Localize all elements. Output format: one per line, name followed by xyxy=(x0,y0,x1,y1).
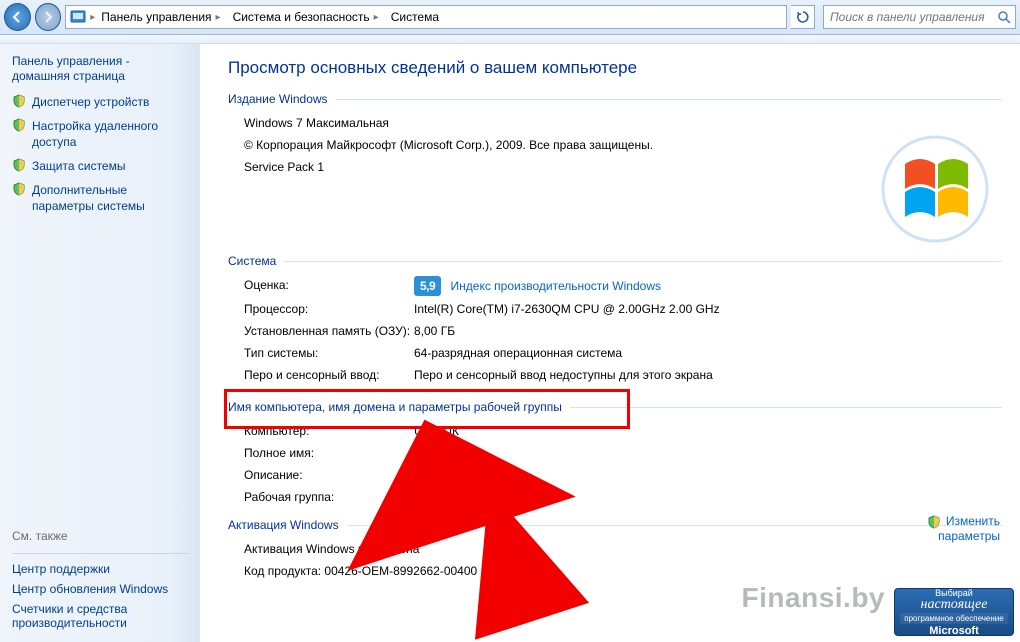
genuine-microsoft-badge[interactable]: Выбирай настоящее программное обеспечени… xyxy=(894,588,1014,636)
rating-label: Оценка: xyxy=(244,276,414,296)
sidebar-link-label: Диспетчер устройств xyxy=(32,94,149,110)
pen-touch-label: Перо и сенсорный ввод: xyxy=(244,366,414,384)
search-icon[interactable] xyxy=(993,10,1015,24)
breadcrumb: ▸ Панель управления ▸ Система и безопасн… xyxy=(65,5,787,29)
product-id: Код продукта: 00426-OEM-8992662-00400 xyxy=(244,562,1002,580)
fullname-value: User-ПК xyxy=(414,444,1002,462)
computer-value: User-ПК xyxy=(414,422,1002,440)
description-label: Описание: xyxy=(244,466,414,484)
shield-icon xyxy=(12,158,26,172)
breadcrumb-item-control-panel[interactable]: Панель управления ▸ xyxy=(95,6,226,28)
sidebar-link-advanced-settings[interactable]: Дополнительные параметры системы xyxy=(12,182,190,214)
section-windows-edition: Издание Windows xyxy=(228,92,1002,106)
activation-status: Активация Windows выполнена xyxy=(244,540,1002,558)
edition-line: Windows 7 Максимальная xyxy=(244,114,1002,132)
section-activation: Активация Windows xyxy=(228,518,1002,532)
cpu-label: Процессор: xyxy=(244,300,414,318)
sidebar: Панель управления - домашняя страница Ди… xyxy=(0,44,200,642)
workgroup-label: Рабочая группа: xyxy=(244,488,414,506)
sidebar-link-system-protection[interactable]: Защита системы xyxy=(12,158,190,174)
shield-icon xyxy=(12,94,26,108)
watermark: Finansi.by xyxy=(742,582,885,614)
section-computer-name: Имя компьютера, имя домена и параметры р… xyxy=(228,400,1002,414)
fullname-label: Полное имя: xyxy=(244,444,414,462)
ram-label: Установленная память (ОЗУ): xyxy=(244,322,414,340)
description-value xyxy=(414,466,1002,484)
sidebar-home-link[interactable]: Панель управления - домашняя страница xyxy=(12,54,190,84)
see-also-action-center[interactable]: Центр поддержки xyxy=(12,562,190,576)
see-also-windows-update[interactable]: Центр обновления Windows xyxy=(12,582,190,596)
sidebar-link-label: Настройка удаленного доступа xyxy=(32,118,190,150)
see-also-label: См. также xyxy=(12,529,190,543)
divider xyxy=(12,553,190,554)
see-also-performance-tools[interactable]: Счетчики и средства производительности xyxy=(12,602,190,630)
workgroup-value: WORKGROUP xyxy=(414,488,1002,506)
breadcrumb-item-system[interactable]: Система xyxy=(385,6,445,28)
page-title: Просмотр основных сведений о вашем компь… xyxy=(228,58,1002,78)
ram-value: 8,00 ГБ xyxy=(414,322,1002,340)
shield-icon xyxy=(12,182,26,196)
shield-icon xyxy=(12,118,26,132)
change-settings-link[interactable]: Изменить параметры xyxy=(920,514,1000,543)
sidebar-link-label: Дополнительные параметры системы xyxy=(32,182,190,214)
system-type-label: Тип системы: xyxy=(244,344,414,362)
wei-score-badge: 5,9 xyxy=(414,276,441,296)
search-input[interactable] xyxy=(824,10,993,24)
sidebar-link-label: Защита системы xyxy=(32,158,125,174)
shield-icon xyxy=(927,515,941,529)
wei-link[interactable]: Индекс производительности Windows xyxy=(451,279,661,293)
sidebar-link-device-manager[interactable]: Диспетчер устройств xyxy=(12,94,190,110)
cpu-value: Intel(R) Core(TM) i7-2630QM CPU @ 2.00GH… xyxy=(414,300,1002,318)
pen-touch-value: Перо и сенсорный ввод недоступны для это… xyxy=(414,366,1002,384)
system-type-value: 64-разрядная операционная система xyxy=(414,344,1002,362)
section-system: Система xyxy=(228,254,1002,268)
address-bar: ▸ Панель управления ▸ Система и безопасн… xyxy=(0,0,1020,35)
back-button[interactable] xyxy=(4,3,31,31)
forward-button[interactable] xyxy=(35,3,62,31)
sidebar-link-remote-settings[interactable]: Настройка удаленного доступа xyxy=(12,118,190,150)
breadcrumb-item-system-security[interactable]: Система и безопасность ▸ xyxy=(227,6,385,28)
windows-logo-icon xyxy=(880,134,990,244)
control-panel-icon xyxy=(68,7,88,27)
computer-label: Компьютер: xyxy=(244,422,414,440)
main-content: Просмотр основных сведений о вашем компь… xyxy=(200,44,1020,642)
refresh-button[interactable] xyxy=(791,5,815,29)
search-box xyxy=(823,5,1016,29)
toolbar-strip xyxy=(0,35,1020,44)
